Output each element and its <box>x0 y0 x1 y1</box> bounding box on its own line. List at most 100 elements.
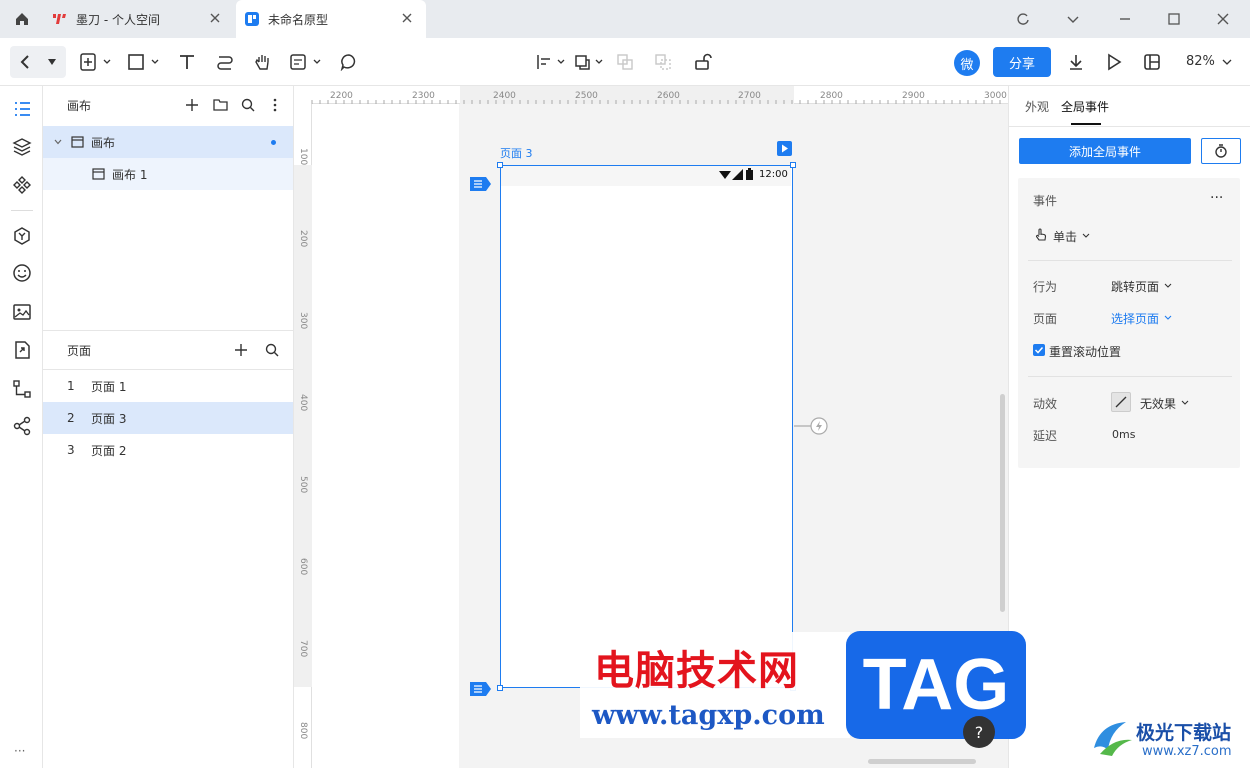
layer-row-canvas-1[interactable]: 画布 1 <box>43 158 293 190</box>
page-row[interactable]: 1 页面 1 <box>43 370 293 402</box>
resize-handle[interactable] <box>497 685 503 691</box>
tab-workspace[interactable]: 墨刀 - 个人空间 <box>44 0 234 38</box>
chevron-down-icon[interactable] <box>1066 12 1080 26</box>
close-icon[interactable] <box>400 11 414 25</box>
emoji-icon[interactable] <box>12 263 32 283</box>
home-icon[interactable] <box>14 11 30 27</box>
reset-scroll-label[interactable]: 重置滚动位置 <box>1049 343 1121 360</box>
tab-divider <box>1009 126 1250 127</box>
tab-appearance[interactable]: 外观 <box>1025 98 1049 115</box>
ruler-tick-label: 400 <box>298 394 308 412</box>
layer-row-canvas[interactable]: 画布 <box>43 126 293 158</box>
no-effect-swatch-icon[interactable] <box>1111 392 1131 412</box>
delay-label: 延迟 <box>1033 429 1058 443</box>
outline-list-icon[interactable] <box>12 99 32 119</box>
page-select[interactable]: 选择页面 <box>1111 310 1159 327</box>
ruler-tick-label: 2200 <box>330 91 353 101</box>
tab-global-events[interactable]: 全局事件 <box>1061 98 1109 115</box>
icon-rail: ··· <box>0 86 43 768</box>
event-title: 事件 <box>1033 194 1058 208</box>
unlock-icon[interactable] <box>694 50 714 74</box>
add-page-icon[interactable] <box>80 50 114 74</box>
caret-down-icon[interactable] <box>47 58 57 66</box>
chevron-down-icon[interactable] <box>1164 315 1172 321</box>
maximize-icon[interactable] <box>1167 12 1181 26</box>
comment-tool-icon[interactable] <box>340 50 358 74</box>
more-vertical-icon[interactable] <box>273 97 277 113</box>
add-page-icon[interactable] <box>234 343 248 357</box>
close-window-icon[interactable] <box>1216 12 1230 26</box>
watermark-banner: 电脑技术网 www.tagxp.com <box>580 632 850 738</box>
tab-prototype[interactable]: 未命名原型 <box>236 0 426 38</box>
timer-button[interactable] <box>1201 138 1241 164</box>
layers-icon[interactable] <box>12 137 32 157</box>
layer-label: 画布 <box>91 135 116 150</box>
action-select[interactable]: 跳转页面 <box>1111 278 1159 295</box>
image-icon[interactable] <box>12 302 32 322</box>
add-icon[interactable] <box>185 98 199 112</box>
zoom-level[interactable]: 82% <box>1186 54 1215 69</box>
refresh-icon[interactable] <box>1016 12 1030 26</box>
minimize-icon[interactable] <box>1118 12 1132 26</box>
download-icon[interactable] <box>1067 50 1085 74</box>
note-tool-icon[interactable] <box>290 50 324 74</box>
chevron-down-icon[interactable] <box>1181 400 1189 406</box>
page-label: 页面 1 <box>91 379 127 394</box>
chevron-down-icon[interactable] <box>53 137 63 147</box>
frame-icon <box>92 168 105 180</box>
layout-panel-icon[interactable] <box>1143 50 1161 74</box>
frame-label[interactable]: 页面 3 <box>500 145 533 161</box>
search-icon[interactable] <box>265 343 279 357</box>
back-button-group[interactable] <box>10 46 66 78</box>
flow-diagram-icon[interactable] <box>12 379 32 399</box>
components-icon[interactable] <box>12 175 32 195</box>
share-nodes-icon[interactable] <box>12 416 32 436</box>
chevron-down-icon[interactable] <box>1164 283 1172 289</box>
vertical-scrollbar[interactable] <box>1000 394 1005 612</box>
delay-value[interactable]: 0ms <box>1112 428 1135 441</box>
group-icon <box>616 50 634 74</box>
connector-tool-icon[interactable] <box>216 50 234 74</box>
hand-tool-icon[interactable] <box>254 50 272 74</box>
chevron-down-icon[interactable] <box>1222 58 1232 66</box>
phone-frame[interactable]: 12:00 <box>500 165 793 688</box>
ruler-tick-label: 2500 <box>575 91 598 101</box>
play-frame-icon[interactable] <box>777 141 792 156</box>
frame-menu-marker-icon[interactable] <box>470 177 492 191</box>
reset-scroll-checkbox[interactable] <box>1033 344 1045 356</box>
resize-handle[interactable] <box>790 162 796 168</box>
close-icon[interactable] <box>208 11 222 25</box>
help-button[interactable]: ? <box>963 716 995 748</box>
add-global-event-button[interactable]: 添加全局事件 <box>1019 138 1191 164</box>
avatar[interactable]: 微 <box>954 50 980 76</box>
event-trigger-select[interactable]: 单击 <box>1053 228 1077 245</box>
more-icon[interactable]: ··· <box>1210 190 1223 206</box>
ruler-tick-label: 2300 <box>412 91 435 101</box>
search-icon[interactable] <box>241 98 255 112</box>
frame-menu-marker-icon[interactable] <box>470 682 492 696</box>
page-label: 页面 3 <box>91 411 127 426</box>
share-button[interactable]: 分享 <box>993 47 1051 77</box>
page-row[interactable]: 3 页面 2 <box>43 434 293 466</box>
text-tool-icon[interactable] <box>178 50 196 74</box>
interaction-link-icon[interactable] <box>794 416 830 436</box>
play-preview-icon[interactable] <box>1106 50 1122 74</box>
layers-title: 画布 <box>67 99 92 113</box>
more-icon[interactable]: ··· <box>14 744 25 758</box>
page-row-selected[interactable]: 2 页面 3 <box>43 402 293 434</box>
horizontal-scrollbar[interactable] <box>868 759 976 764</box>
folder-icon[interactable] <box>213 98 228 112</box>
upload-file-icon[interactable] <box>12 340 32 360</box>
ruler-vertical: 100 200 300 400 500 600 700 800 <box>294 104 312 768</box>
rectangle-tool-icon[interactable] <box>128 50 162 74</box>
hexagon-icon[interactable] <box>12 226 32 246</box>
effect-select[interactable]: 无效果 <box>1140 395 1176 412</box>
resize-handle[interactable] <box>497 162 503 168</box>
panel-divider <box>43 330 293 331</box>
arrange-icon[interactable] <box>574 50 606 74</box>
align-icon[interactable] <box>536 50 568 74</box>
chevron-down-icon[interactable] <box>1082 233 1090 239</box>
back-icon[interactable] <box>18 54 34 70</box>
page-number: 1 <box>67 379 75 393</box>
ruler-tick-label: 300 <box>298 312 308 330</box>
